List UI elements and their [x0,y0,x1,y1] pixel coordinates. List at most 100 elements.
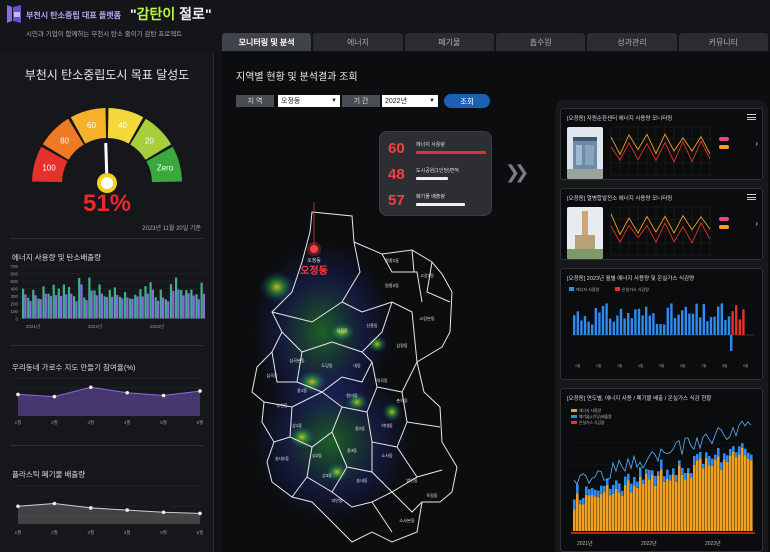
x-tick: 3월 [87,529,94,536]
x-tick: 6월 [197,419,204,426]
waste-bar [741,443,744,448]
tab-waste[interactable]: 폐기물 [404,33,494,51]
waste-bar [672,468,675,475]
goal-date: 2023년 11월 20일 기준 [142,226,201,232]
brand-logo-icon[interactable] [6,4,22,24]
energy-bar [627,313,630,335]
x-tick: 4월 [124,419,131,426]
district-label: 상1동 [292,422,302,428]
energy-bar [597,497,600,531]
y-tick: 0 [15,317,18,322]
slogan-quote-close: " [204,6,212,22]
tab-monitoring[interactable]: 모니터링 및 분석 [222,33,312,51]
waste-bar [723,453,726,460]
district-label: 고강1동 [420,272,434,278]
period-label: 기 간 [342,95,380,107]
waste-bar [621,490,624,497]
tab-performance[interactable]: 성과관리 [587,33,677,51]
legend-ghg: 온실가스 식감량 [622,286,649,292]
menu-icon[interactable] [747,194,756,200]
energy-bar [73,296,76,319]
region-select[interactable]: 오정동 ▼ [278,95,340,107]
search-button[interactable]: 조회 [444,94,490,108]
waste-bar [696,454,699,461]
waste-bar [663,476,666,482]
energy-bar [663,324,666,335]
legend-waste: 폐기물(1인당)배출량 [579,414,612,419]
data-point [52,394,57,399]
energy-bar [591,324,594,335]
tab-carbon-sink[interactable]: 흡수원 [495,33,586,51]
energy-bar [618,492,621,531]
energy-bar [598,312,601,335]
district-label: 상2동 [312,452,322,458]
energy-bar [619,308,623,335]
marker-small-label: 오정동 [307,257,321,264]
x-tick: 9월 [743,363,748,368]
waste-bar [612,484,615,494]
stat-label: 폐기물 배출량 [416,194,445,200]
data-point [125,390,129,395]
stat-value: 60 [388,140,405,157]
tab-energy[interactable]: 에너지 [313,33,403,51]
stat-bar [416,203,465,206]
waste-bar [717,447,720,457]
waste-bar [654,475,657,486]
energy-bar [655,324,659,335]
main-title: 지역별 현황 및 분석결과 조회 [236,72,358,83]
waste-bar [669,474,672,481]
energy-bar [579,504,582,531]
energy-bar [666,478,669,531]
energy-bar [747,458,750,531]
emission-bar [44,293,47,319]
energy-bar [681,310,684,335]
energy-bar [27,297,30,319]
energy-bar [623,318,626,335]
energy-bar [706,321,709,335]
chevron-right-icon[interactable]: › [755,219,758,228]
energy-bar [633,485,636,531]
emission-bar [29,301,32,319]
emission-bar [39,299,42,319]
energy-bar [22,288,25,319]
x-tick: 2월 [596,363,601,368]
waste-bar [591,488,594,496]
energy-bar [720,469,723,531]
energy-bar [169,284,173,319]
slogan-part2: 절로 [179,6,205,22]
waste-bar [744,448,747,456]
district-label: 옥길동 [426,492,438,499]
card-title: [오정동] 자원순환센터 에너지 사용량 모니터링 [567,116,673,122]
district-map[interactable]: 원종1동고강1동고강본동원종2동신흥동성곡동삼정동내동도당동춘의동약대동중2동중… [242,202,472,552]
data-point [89,506,93,510]
waste-bar [732,446,735,452]
divider [10,238,204,239]
period-select[interactable]: 2022년 ▼ [382,95,438,107]
energy-bar [651,474,654,531]
energy-bar [159,289,162,319]
district-label: 송내1동 [275,455,289,462]
goal-title: 부천시 탄소중립도시 목표 달성도 [24,68,190,82]
y-tick: 400 [10,287,18,292]
energy-bar [726,461,729,531]
energy-bar [659,324,662,335]
x-tick: 2021년 [577,540,593,547]
emission-bar [177,289,180,319]
waste-bar [675,474,678,483]
district-label: 송내동 [356,477,368,484]
energy-bar [609,318,612,335]
gauge-label: 40 [118,121,127,130]
x-tick: 1월 [15,529,22,536]
chevron-right-icon[interactable]: › [755,139,758,148]
tab-community[interactable]: 커뮤니티 [678,33,768,51]
energy-bar [585,494,588,531]
energy-bar [612,493,615,531]
ghg-bar [742,309,745,335]
facility-card-2: [오정동] 열병합발전소 에너지 사용량 모니터링 › [560,188,763,260]
energy-bar [727,316,731,335]
menu-icon[interactable] [747,114,756,120]
data-point [161,393,166,398]
energy-bar [98,284,101,319]
waste-bar [615,480,618,489]
energy-bar [576,311,579,335]
